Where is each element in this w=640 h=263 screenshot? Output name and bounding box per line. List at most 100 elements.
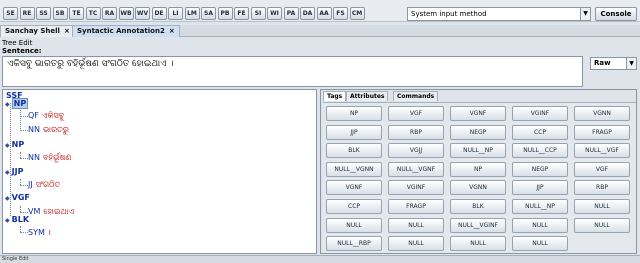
tag-button-rbp[interactable]: RBP (388, 124, 444, 140)
tag-button-negp[interactable]: NEGP (450, 124, 506, 140)
tree-leaf-nn[interactable]: NN ବହିର୍ଭୂଷଣ (28, 153, 71, 163)
language-button-da[interactable]: DA (300, 7, 315, 20)
input-method-value: System input method (411, 10, 487, 18)
tag-button-jjp[interactable]: JJP (326, 124, 382, 140)
tag-button-fragp[interactable]: FRAGP (388, 199, 444, 214)
tag-button-ccp[interactable]: CCP (512, 124, 568, 140)
tab-sanchay-shell[interactable]: Sanchay Shell × (0, 25, 75, 37)
close-icon[interactable]: × (169, 27, 175, 35)
language-button-tc[interactable]: TC (85, 7, 101, 20)
language-button-fs[interactable]: FS (333, 7, 348, 20)
language-button-ss[interactable]: SS (36, 7, 51, 20)
language-button-wv[interactable]: WV (135, 7, 150, 20)
tree-leaf-vm[interactable]: VM ହୋଇଥାଏ (28, 207, 74, 217)
tag-button-null-rbp[interactable]: NULL__RBP (326, 236, 382, 252)
tree-leaf-jj[interactable]: JJ ସଂଗଠିତ (28, 180, 60, 190)
language-toolbar: SE RE SS SB TE TC RA WB WV DE LI LM SA PB FE SI WI PA DA AA… (0, 0, 640, 22)
tag-button-ccp[interactable]: CCP (326, 199, 382, 214)
tree-leaf-tag: VM (28, 207, 41, 216)
expand-icon[interactable]: ◆ (5, 169, 10, 176)
tree-node-blk[interactable]: ◆ BLK (5, 215, 29, 224)
expand-icon[interactable]: ◆ (5, 142, 10, 149)
tag-button-vgnn[interactable]: VGNN (574, 106, 630, 121)
tag-button-vgf[interactable]: VGF (388, 106, 444, 121)
tree-leaf-word: ଏକିସବୁ (41, 111, 65, 120)
tab-attributes[interactable]: Attributes (346, 91, 389, 101)
tree-connector (20, 232, 28, 233)
tree-node-label: NP (11, 140, 25, 149)
tab-commands[interactable]: Commands (393, 91, 439, 101)
language-button-fe[interactable]: FE (234, 7, 249, 20)
tab-tags[interactable]: Tags (323, 91, 347, 101)
tree-leaf-word: । (47, 228, 51, 237)
tag-button-null[interactable]: NULL (574, 217, 630, 233)
tag-button-vgnn[interactable]: VGNN (450, 180, 506, 196)
language-button-de[interactable]: DE (151, 7, 167, 20)
tag-button-null[interactable]: NULL (512, 217, 568, 233)
sentence-text-area[interactable]: ଏକିସବୁ ଭାରତରୁ ବହିର୍ଭୂଷଣ ସଂଗଠିତ ହୋଇଥାଏ । (2, 56, 583, 87)
tag-button-null[interactable]: NULL (574, 199, 630, 214)
tag-button-jjp[interactable]: JJP (512, 180, 568, 196)
language-button-pb[interactable]: PB (217, 7, 233, 20)
tag-button-vgnf[interactable]: VGNF (450, 106, 506, 121)
language-button-te[interactable]: TE (69, 7, 84, 20)
tree-leaf-sym[interactable]: SYM । (28, 227, 51, 238)
language-button-si[interactable]: SI (250, 7, 266, 20)
tag-button-rbp[interactable]: RBP (574, 180, 630, 196)
tag-button-null-vgnf[interactable]: NULL__VGNF (388, 161, 444, 177)
language-button-aa[interactable]: AA (316, 7, 332, 20)
tree-node-vgf[interactable]: ◆ VGF (5, 193, 30, 202)
tree-node-np[interactable]: ◆ NP (5, 98, 29, 109)
tag-button-negp[interactable]: NEGP (512, 161, 568, 177)
syntax-tree-panel[interactable]: SSF ◆ NP QF ଏକିସବୁ NN ଭାରତରୁ ◆ NP NN ବହିର୍ଭୂଷ… (2, 89, 317, 254)
expand-icon[interactable]: ◆ (5, 195, 10, 202)
close-icon[interactable]: × (64, 27, 70, 35)
tag-button-vgf[interactable]: VGF (574, 161, 630, 177)
tag-button-fragp[interactable]: FRAGP (574, 124, 630, 140)
language-button-li[interactable]: LI (168, 7, 183, 20)
tree-node-jjp[interactable]: ◆ JJP (5, 167, 23, 176)
tag-button-vgnf[interactable]: VGNF (326, 180, 382, 196)
expand-icon[interactable]: ◆ (5, 217, 10, 224)
tab-syntactic-annotation[interactable]: Syntactic Annotation2 × (72, 25, 180, 37)
tag-button-vgjj[interactable]: VGJJ (388, 143, 444, 159)
console-button[interactable]: Console (595, 7, 637, 21)
tag-button-null[interactable]: NULL (326, 217, 382, 233)
tag-button-vginf[interactable]: VGINF (388, 180, 444, 196)
input-method-select[interactable]: System input method ▼ (407, 7, 591, 21)
tag-button-null[interactable]: NULL (388, 217, 444, 233)
tag-button-null[interactable]: NULL (450, 236, 506, 252)
tag-button-null-np[interactable]: NULL__NP (450, 143, 506, 159)
tag-button-blk[interactable]: BLK (326, 143, 382, 159)
tag-button-null-vgnn[interactable]: NULL__VGNN (326, 161, 382, 177)
language-button-pa[interactable]: PA (283, 7, 299, 20)
tag-button-null-vgf[interactable]: NULL__VGF (574, 143, 630, 159)
tag-button-null[interactable]: NULL (512, 236, 568, 252)
tree-leaf-word: ବହିର୍ଭୂଷଣ (42, 153, 72, 162)
language-button-cm[interactable]: CM (349, 7, 365, 20)
tag-button-null[interactable]: NULL (388, 236, 444, 252)
view-mode-select[interactable]: Raw ▼ (590, 57, 637, 70)
tree-leaf-nn[interactable]: NN ଭାରତରୁ (28, 125, 69, 135)
tree-leaf-tag: SYM (28, 228, 45, 237)
tree-connector (20, 110, 21, 131)
tag-button-null-vginf[interactable]: NULL__VGINF (450, 217, 506, 233)
tag-button-null-np[interactable]: NULL__NP (512, 199, 568, 214)
language-button-re[interactable]: RE (19, 7, 35, 20)
expand-icon[interactable]: ◆ (5, 101, 10, 108)
tag-button-null-ccp[interactable]: NULL__CCP (512, 143, 568, 159)
language-button-ra[interactable]: RA (102, 7, 117, 20)
tag-button-np[interactable]: NP (450, 161, 506, 177)
language-button-se[interactable]: SE (3, 7, 18, 20)
tree-node-np[interactable]: ◆ NP (5, 140, 24, 149)
language-button-wb[interactable]: WB (118, 7, 134, 20)
language-button-lm[interactable]: LM (184, 7, 200, 20)
tag-button-vginf[interactable]: VGINF (512, 106, 568, 121)
language-button-sb[interactable]: SB (52, 7, 68, 20)
tree-leaf-qf[interactable]: QF ଏକିସବୁ (28, 111, 64, 121)
tag-button-blk[interactable]: BLK (450, 199, 506, 214)
chevron-down-icon: ▼ (626, 58, 636, 69)
tag-button-np[interactable]: NP (326, 106, 382, 121)
language-button-sa[interactable]: SA (201, 7, 216, 20)
language-button-wi[interactable]: WI (267, 7, 282, 20)
